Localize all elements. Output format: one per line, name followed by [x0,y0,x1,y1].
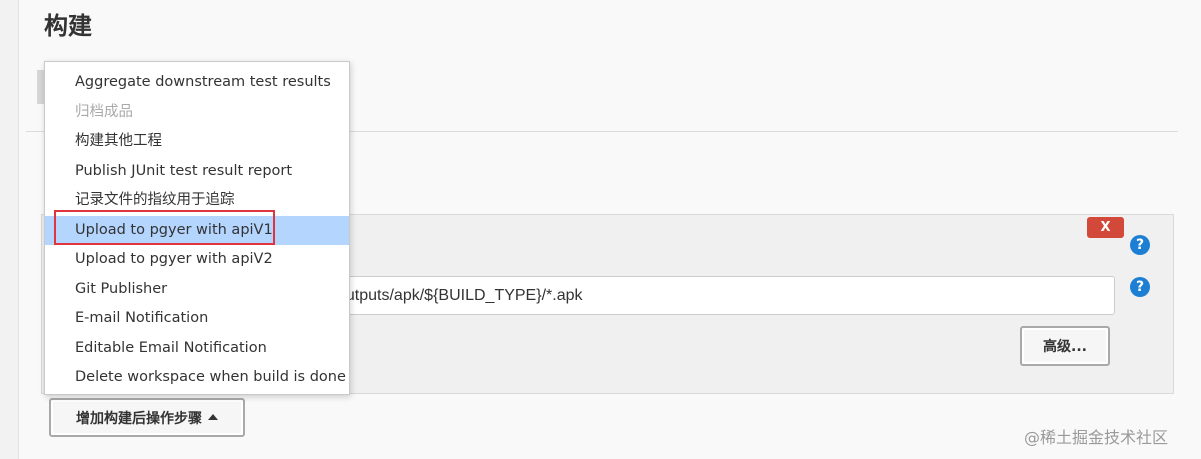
menu-item[interactable]: Upload to pgyer with apiV2 [45,245,349,275]
menu-item[interactable]: Publish JUnit test result report [45,157,349,187]
add-step-label: 增加构建后操作步骤 [76,410,202,427]
menu-item[interactable]: Editable Email Notification [45,334,349,364]
menu-item: 归档成品 [75,103,133,120]
help-icon[interactable]: ? [1130,235,1150,255]
files-input-value: outputs/apk/${BUILD_TYPE}/*.apk [337,286,583,304]
files-help-icon[interactable]: ? [1130,277,1150,297]
caret-up-icon [208,413,218,420]
menu-item[interactable]: E-mail Notification [45,304,349,334]
menu-item[interactable]: 记录文件的指纹用于追踪 [45,186,349,216]
files-to-archive-input[interactable]: outputs/apk/${BUILD_TYPE}/*.apk [300,276,1115,315]
menu-item[interactable]: Git Publisher [45,275,349,305]
post-build-action-menu: Aggregate downstream test results 归档成品构建其… [44,61,350,395]
add-post-build-step-button[interactable]: 增加构建后操作步骤 [49,398,245,437]
menu-item[interactable]: 构建其他工程 [45,127,349,157]
section-title: 构建 [44,12,92,40]
delete-step-button[interactable]: X [1087,217,1124,238]
menu-item[interactable]: Aggregate downstream test results [45,68,349,98]
menu-item[interactable]: Delete workspace when build is done [45,363,349,393]
watermark: @稀土掘金技术社区 [1024,428,1169,447]
advanced-button[interactable]: 高级... [1020,326,1110,366]
menu-item[interactable]: Upload to pgyer with apiV1 [45,215,349,245]
